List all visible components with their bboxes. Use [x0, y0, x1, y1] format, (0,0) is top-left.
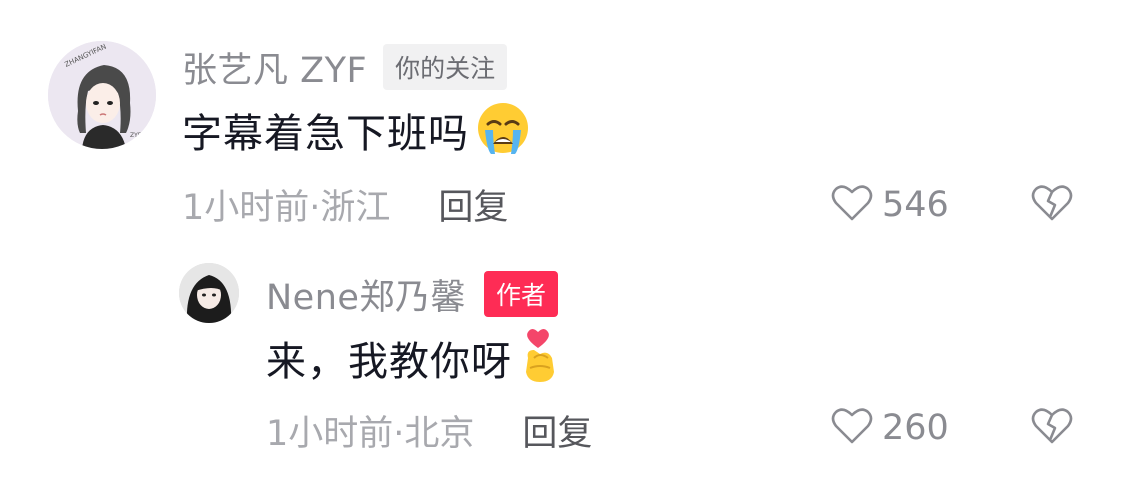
- reply-button[interactable]: 回复: [438, 179, 508, 230]
- finger-heart-emoji-icon: [518, 328, 562, 388]
- loudly-crying-face-emoji-icon: [475, 100, 531, 160]
- comment-header: Nene郑乃馨 作者: [266, 269, 558, 320]
- comment-item: ZHANGYIFAN ZYF 张艺凡 ZYF 你的关注 字幕着急下班吗 1小时前…: [0, 0, 1125, 240]
- comment-actions: 1小时前·浙江 回复: [182, 178, 508, 230]
- like-count: 260: [882, 408, 949, 448]
- comment-body: 来，我教你呀: [266, 328, 562, 388]
- author-badge: 作者: [483, 271, 558, 317]
- dislike-button[interactable]: [1030, 183, 1074, 227]
- comment-text: 来，我教你呀: [266, 339, 512, 385]
- heart-outline-icon: [830, 406, 874, 450]
- timestamp-location: 1小时前·北京: [266, 413, 475, 454]
- like-count: 546: [882, 185, 949, 225]
- reply-comment-item: Nene郑乃馨 作者 来，我教你呀 1小时前·北京 回复 260: [0, 240, 1125, 485]
- comment-text: 字幕着急下班吗: [182, 111, 469, 157]
- avatar-photo: [179, 263, 239, 323]
- comment-body: 字幕着急下班吗: [182, 100, 531, 160]
- heart-outline-icon: [830, 183, 874, 227]
- avatar-signature: ZYF: [130, 132, 142, 139]
- comment-header: 张艺凡 ZYF 你的关注: [182, 42, 508, 93]
- dislike-button[interactable]: [1030, 406, 1074, 450]
- like-button[interactable]: 546: [830, 180, 949, 230]
- avatar-illustration: ZHANGYIFAN ZYF: [48, 41, 156, 149]
- timestamp-location: 1小时前·浙江: [182, 187, 391, 228]
- avatar[interactable]: ZHANGYIFAN ZYF: [48, 41, 156, 149]
- avatar[interactable]: [179, 263, 239, 323]
- reply-button[interactable]: 回复: [522, 405, 592, 456]
- like-button[interactable]: 260: [830, 403, 949, 453]
- username[interactable]: Nene郑乃馨: [266, 269, 466, 320]
- comment-actions: 1小时前·北京 回复: [266, 404, 592, 456]
- following-badge: 你的关注: [383, 44, 508, 90]
- username[interactable]: 张艺凡 ZYF: [182, 42, 367, 93]
- broken-heart-icon: [1030, 185, 1074, 227]
- broken-heart-icon: [1030, 408, 1074, 450]
